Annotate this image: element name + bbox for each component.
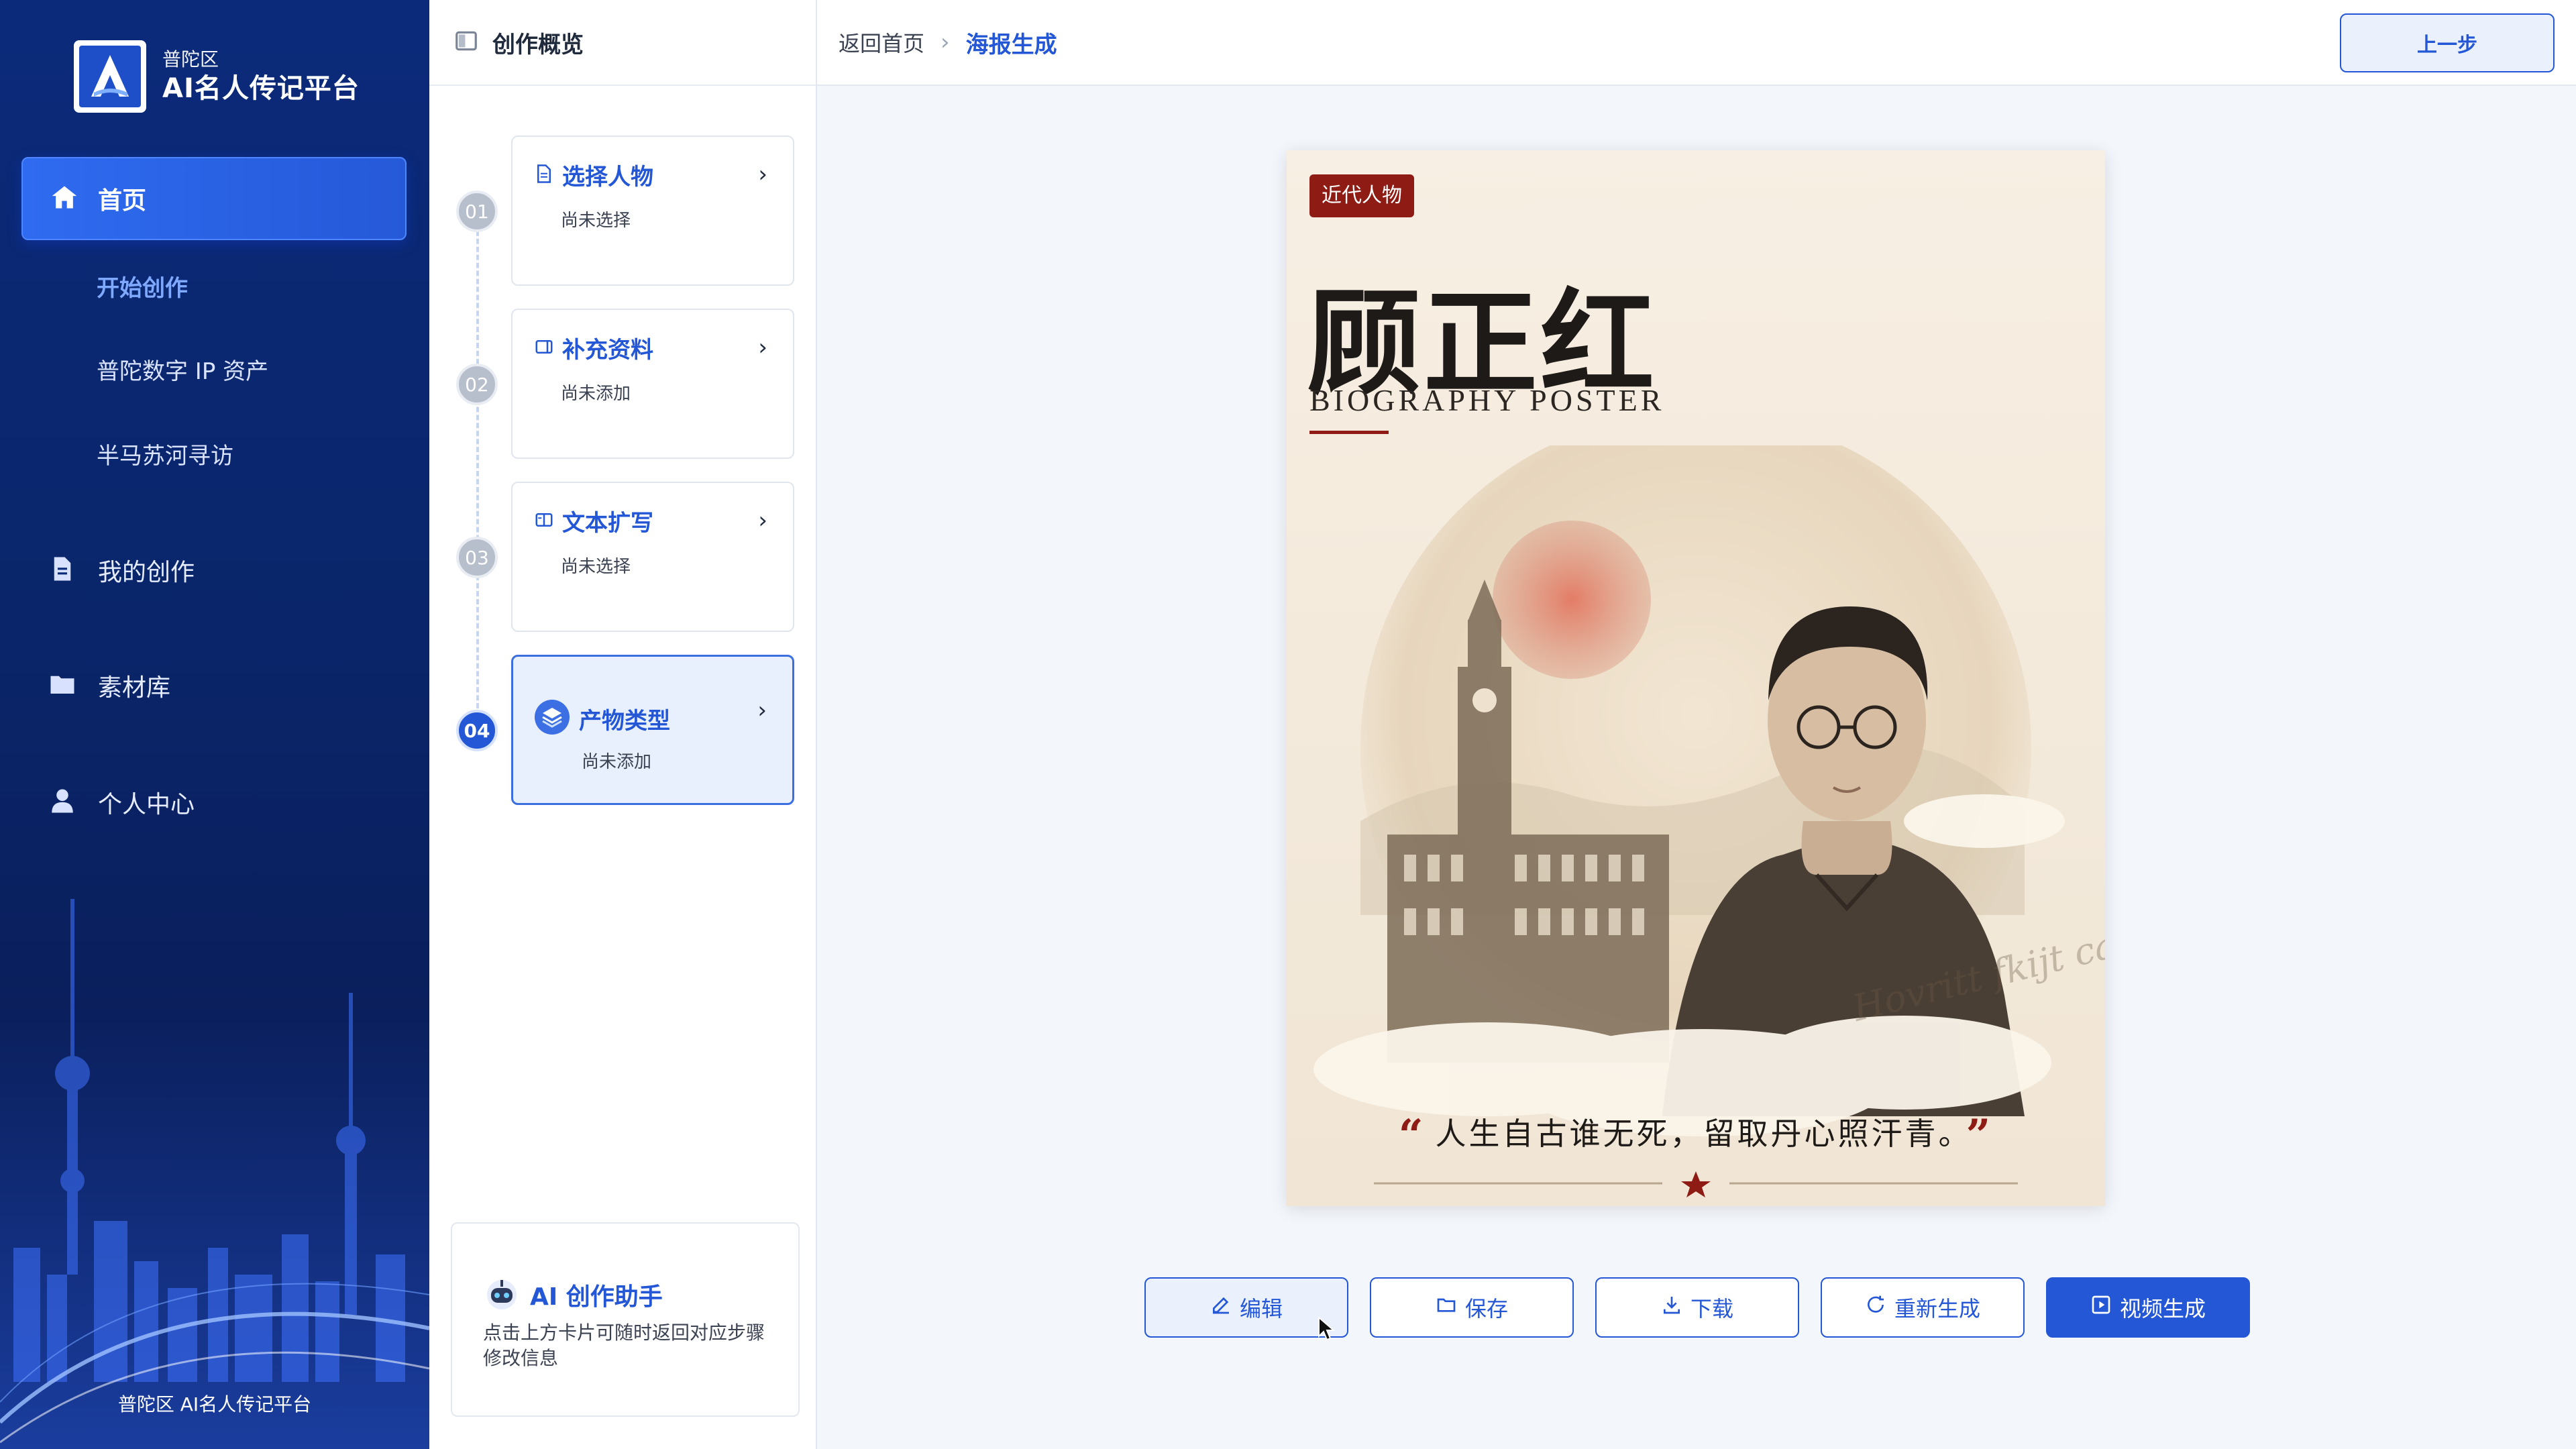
nav-home-label: 首页 (98, 187, 147, 215)
step-title: 补充资料 (562, 337, 653, 364)
step-card-text-expand[interactable]: 文本扩写 尚未选择 › (511, 482, 794, 632)
robot-icon (483, 1275, 521, 1315)
nav-item-my-creations[interactable]: 我的创作 (48, 553, 195, 588)
step-title: 文本扩写 (562, 510, 653, 537)
home-icon (50, 182, 79, 215)
chevron-right-icon: › (758, 161, 767, 188)
step-card-output-type[interactable]: 产物类型 尚未添加 › (511, 655, 794, 805)
previous-step-button[interactable]: 上一步 (2340, 13, 2555, 72)
sub-item-start-creation[interactable]: 开始创作 (97, 270, 188, 303)
nav-item-materials[interactable]: 素材库 (48, 668, 170, 703)
step-desc: 尚未添加 (561, 384, 631, 404)
download-icon (1661, 1294, 1690, 1321)
steps-header-title: 创作概览 (492, 31, 584, 58)
step-card-select-person[interactable]: 选择人物 尚未选择 › (511, 136, 794, 286)
step-card-add-materials[interactable]: 补充资料 尚未添加 › (511, 309, 794, 459)
step-desc: 尚未添加 (582, 752, 652, 772)
brand-subtitle: 普陀区 (162, 48, 219, 70)
city-skyline-illustration (0, 899, 429, 1449)
topbar: 返回首页 › 海报生成 上一步 (817, 0, 2576, 86)
poster-tag: 近代人物 (1309, 174, 1414, 217)
step-desc: 尚未选择 (561, 557, 631, 577)
steps-panel: 创作概览 01 选择人物 尚未选择 › 02 补充资料 尚未添加 › 03 文本… (429, 0, 817, 1449)
assistant-title: AI 创作助手 (530, 1283, 663, 1311)
layers-icon (533, 698, 571, 739)
ai-assistant-card: AI 创作助手 点击上方卡片可随时返回对应步骤修改信息 (451, 1222, 800, 1417)
breadcrumb-home-link[interactable]: 返回首页 (839, 27, 924, 58)
video-generate-button[interactable]: 视频生成 (2046, 1277, 2250, 1338)
steps-connector (476, 215, 479, 724)
chevron-right-icon: › (758, 507, 767, 534)
mouse-cursor-icon (1318, 1316, 1335, 1341)
step-number: 04 (456, 710, 498, 751)
poster-subtitle: BIOGRAPHY POSTER (1309, 383, 1665, 417)
book-icon (534, 510, 554, 533)
biography-poster: 信仰 Hovritt fkijt cajde kovjoik 近代人物 顾正红 … (1287, 150, 2105, 1206)
brand: 普陀区 AI名人传记平台 (74, 40, 360, 113)
quote-open-icon: “ (1398, 1110, 1426, 1161)
download-button-label: 下载 (1690, 1296, 1733, 1322)
nav-home[interactable]: 首页 (21, 157, 407, 240)
step-number: 03 (456, 537, 498, 578)
step-desc: 尚未选择 (561, 211, 631, 231)
video-button-label: 视频生成 (2119, 1296, 2206, 1322)
steps-header: 创作概览 (429, 0, 816, 86)
sub-item-ip-assets[interactable]: 普陀数字 IP 资产 (97, 353, 268, 386)
step-number: 01 (456, 191, 498, 232)
user-icon (48, 787, 76, 818)
document-icon (534, 164, 554, 186)
sidebar-footer: 普陀区 AI名人传记平台 (117, 1393, 312, 1415)
nav-item-label: 个人中心 (98, 791, 195, 818)
regenerate-button[interactable]: 重新生成 (1821, 1277, 2025, 1338)
sidebar: 普陀区 AI名人传记平台 首页 开始创作 普陀数字 IP 资产 半马苏河寻访 我… (0, 0, 429, 1449)
regenerate-button-label: 重新生成 (1894, 1296, 1980, 1322)
step-title: 选择人物 (562, 164, 653, 191)
nav-item-label: 我的创作 (98, 559, 195, 586)
save-button[interactable]: 保存 (1370, 1277, 1574, 1338)
folder-icon (1436, 1294, 1465, 1321)
step-title: 产物类型 (579, 707, 670, 735)
breadcrumb-current: 海报生成 (965, 31, 1057, 58)
step-number: 02 (456, 364, 498, 405)
document-icon (48, 555, 76, 586)
poster-subtitle-underline (1309, 431, 1389, 434)
chevron-right-icon: › (758, 334, 767, 361)
edit-button-label: 编辑 (1239, 1296, 1283, 1322)
quote-close-icon: ” (1966, 1110, 1994, 1161)
poster-artwork: 信仰 Hovritt fkijt cajde kovjoik (1313, 445, 2105, 1197)
poster-quote-text: 人生自古谁无死，留取丹心照汗青。 (1435, 1116, 1957, 1152)
sub-item-suhe-visit[interactable]: 半马苏河寻访 (97, 437, 233, 470)
refresh-icon (1865, 1294, 1894, 1321)
pencil-icon (1210, 1294, 1240, 1321)
panel-layout-icon[interactable] (453, 28, 479, 56)
poster-quote: “人生自古谁无死，留取丹心照汗青。” (1287, 1110, 2105, 1161)
card-icon (534, 337, 554, 360)
chevron-right-icon: › (757, 697, 767, 724)
play-icon (2090, 1294, 2120, 1321)
nav-item-label: 素材库 (98, 674, 171, 702)
download-button[interactable]: 下载 (1595, 1277, 1799, 1338)
chevron-right-icon: › (941, 29, 950, 56)
nav-item-profile[interactable]: 个人中心 (48, 785, 195, 820)
save-button-label: 保存 (1464, 1296, 1508, 1322)
folder-icon (48, 670, 76, 701)
brand-title: AI名人传记平台 (162, 73, 360, 104)
logo-icon (74, 40, 146, 113)
assistant-desc: 点击上方卡片可随时返回对应步骤修改信息 (483, 1322, 765, 1369)
